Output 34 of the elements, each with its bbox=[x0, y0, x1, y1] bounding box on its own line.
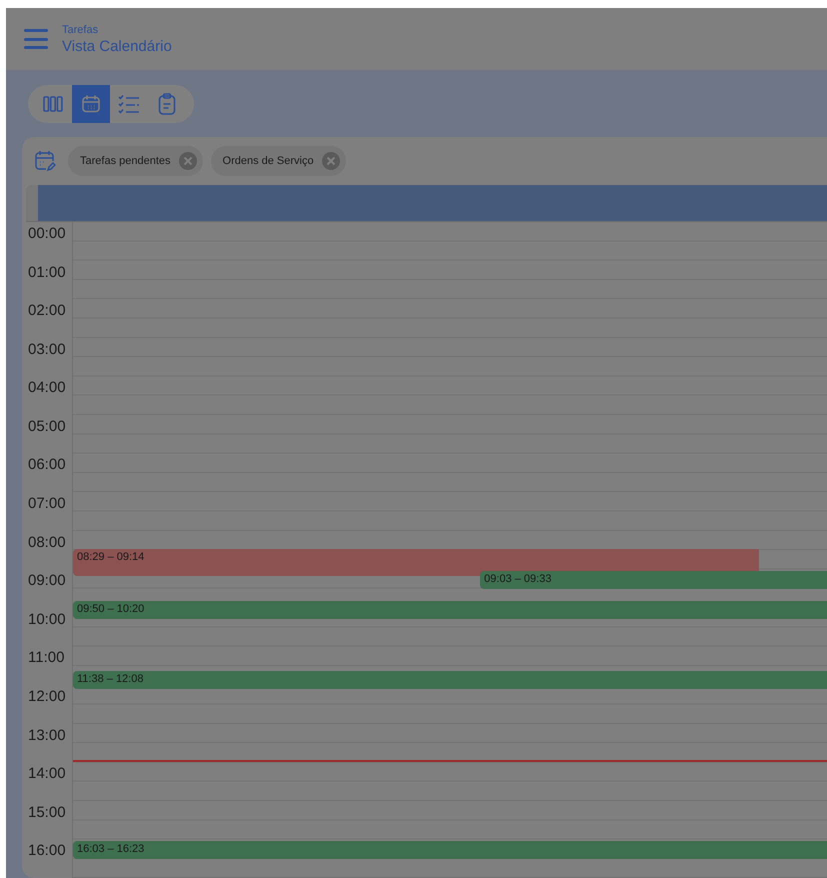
hour-label: 03:00 bbox=[27, 340, 67, 360]
page-title: Vista Calendário bbox=[62, 38, 172, 54]
clipboard-icon bbox=[158, 93, 176, 115]
hour-label: 15:00 bbox=[27, 802, 67, 823]
hour-label: 07:00 bbox=[27, 494, 67, 514]
section-label: Tarefas bbox=[62, 24, 100, 36]
calendar-event[interactable]: 16:03 – 16:23 bbox=[73, 841, 827, 860]
hour-label: 02:00 bbox=[27, 301, 67, 322]
hour-label: 14:00 bbox=[27, 764, 67, 784]
hour-label: 11:00 bbox=[27, 648, 66, 668]
hour-label: 13:00 bbox=[27, 726, 67, 746]
hour-label: 05:00 bbox=[27, 416, 67, 437]
view-button[interactable] bbox=[72, 85, 110, 123]
filter-chip[interactable]: Tarefas pendentes bbox=[68, 146, 203, 176]
close-icon[interactable] bbox=[322, 152, 340, 170]
hour-label: 16:00 bbox=[27, 841, 67, 862]
filter-chip[interactable]: Ordens de Serviço bbox=[210, 146, 346, 176]
calendar-event[interactable]: 09:50 – 10:20 bbox=[73, 601, 827, 620]
checklist-icon bbox=[118, 94, 140, 114]
hour-label: 01:00 bbox=[27, 262, 67, 282]
hour-label: 00:00 bbox=[27, 224, 67, 244]
hour-label: 10:00 bbox=[27, 610, 67, 630]
hour-label: 09:00 bbox=[27, 571, 67, 592]
hour-label: 06:00 bbox=[27, 455, 67, 476]
calendar-edit-icon[interactable] bbox=[34, 150, 56, 172]
calendar-icon bbox=[81, 94, 101, 114]
columns-icon bbox=[43, 95, 63, 113]
close-icon[interactable] bbox=[178, 152, 197, 170]
menu-button[interactable] bbox=[24, 29, 48, 49]
hour-label: 08:00 bbox=[27, 532, 67, 553]
hour-label: 12:00 bbox=[27, 687, 67, 708]
calendar-event[interactable]: 11:38 – 12:08 bbox=[73, 670, 827, 689]
hour-label: 04:00 bbox=[27, 378, 67, 398]
calendar-event[interactable]: 09:03 – 09:33 bbox=[480, 571, 827, 590]
